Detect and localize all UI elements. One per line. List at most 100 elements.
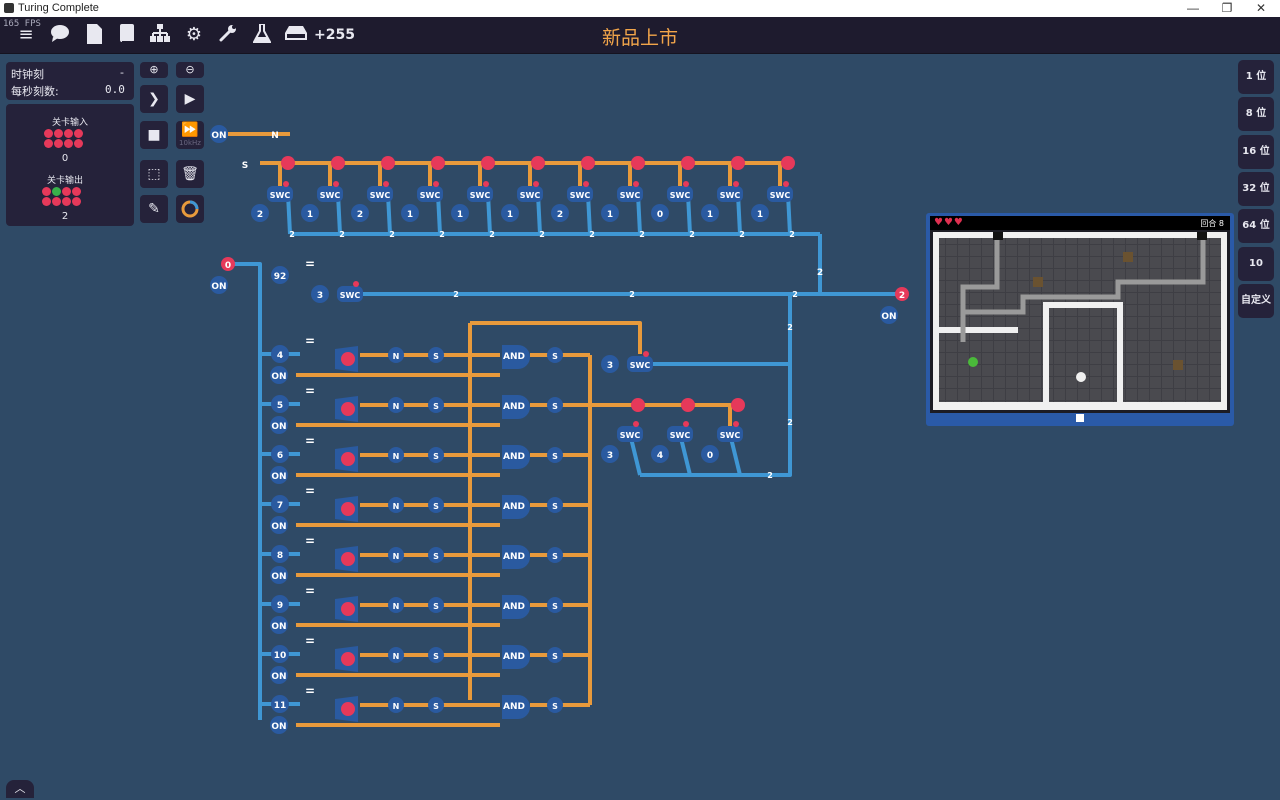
stage-pin	[431, 156, 445, 170]
switch-enable-pin	[383, 181, 389, 187]
equal-label: =	[305, 634, 315, 648]
switch-label: SWC	[620, 191, 641, 200]
equal-label: =	[305, 484, 315, 498]
constant-value: 0	[657, 210, 663, 220]
bus-label: 2	[767, 471, 773, 480]
stage-pin	[631, 156, 645, 170]
comparator-pin	[341, 502, 355, 516]
stage-pin	[281, 156, 295, 170]
s-label: S	[433, 402, 439, 411]
s-label: S	[242, 161, 248, 171]
and-label: AND	[503, 352, 525, 362]
input-bus	[230, 262, 262, 720]
cluster-pin	[731, 398, 745, 412]
comparator-pin	[341, 352, 355, 366]
comparator-pin	[341, 702, 355, 716]
s-label: S	[433, 452, 439, 461]
and-label: AND	[503, 702, 525, 712]
game-status-bar: ♥♥♥ 回合 8	[930, 216, 1230, 230]
comparator-pin	[341, 402, 355, 416]
on-label: ON	[271, 622, 286, 632]
switch-enable-pin	[733, 181, 739, 187]
switch-label: SWC	[720, 431, 741, 440]
bus-label: 2	[589, 230, 595, 239]
constant-value: 1	[607, 210, 613, 220]
constant-value: 2	[557, 210, 563, 220]
constant-value: 1	[507, 210, 513, 220]
output-wire	[818, 234, 900, 296]
switch-label: SWC	[670, 191, 691, 200]
switch-enable-pin	[633, 181, 639, 187]
constant-value: 1	[707, 210, 713, 220]
game-maze	[933, 232, 1227, 410]
not-label: N	[393, 552, 400, 561]
stage-pin	[531, 156, 545, 170]
bus-label: 2	[489, 230, 495, 239]
on-label: ON	[271, 672, 286, 682]
constant-value: 6	[277, 451, 283, 461]
stage-pin	[581, 156, 595, 170]
hearts-icon: ♥♥♥	[934, 217, 964, 228]
s-label: S	[552, 602, 558, 611]
on-label: ON	[211, 131, 226, 141]
on-label: ON	[271, 722, 286, 732]
and-label: AND	[503, 452, 525, 462]
maze-walls	[933, 232, 1227, 410]
equal-label: =	[305, 684, 315, 698]
turn-label: 回合	[1200, 219, 1217, 228]
switch-label: SWC	[770, 191, 791, 200]
switch-label: SWC	[620, 431, 641, 440]
comparator-pin	[341, 552, 355, 566]
bus-label: 2	[789, 230, 795, 239]
bus-label: 2	[787, 323, 793, 332]
bus-label: 2	[629, 290, 635, 299]
bus-label: 2	[792, 290, 798, 299]
constant-value: 1	[407, 210, 413, 220]
not-label: N	[393, 602, 400, 611]
equal-label: =	[305, 334, 315, 348]
equal-label: =	[305, 384, 315, 398]
switch-enable-pin	[283, 181, 289, 187]
equal-label: =	[305, 434, 315, 448]
comparator-pin	[341, 602, 355, 616]
switch-label: SWC	[270, 191, 291, 200]
comparator-pin	[341, 652, 355, 666]
constant-value: 2	[357, 210, 363, 220]
stage-pin	[331, 156, 345, 170]
switch-enable-pin	[683, 181, 689, 187]
bus-label: 2	[389, 230, 395, 239]
constant-value: 1	[457, 210, 463, 220]
equal-label: =	[305, 584, 315, 598]
not-label: N	[271, 131, 279, 141]
not-label: N	[393, 402, 400, 411]
comparator-pin	[341, 452, 355, 466]
switch-label: SWC	[340, 291, 361, 300]
expand-panel-button[interactable]: ︿	[6, 780, 34, 798]
wires	[228, 132, 900, 727]
s-label: S	[552, 452, 558, 461]
bus-label: 2	[639, 230, 645, 239]
s-label: S	[433, 602, 439, 611]
s-label: S	[552, 652, 558, 661]
stage-pin	[381, 156, 395, 170]
equal-label: =	[305, 534, 315, 548]
switch-label: SWC	[470, 191, 491, 200]
stage-pin	[681, 156, 695, 170]
bus-label: 2	[787, 418, 793, 427]
on-label: ON	[211, 282, 226, 292]
on-label: ON	[271, 572, 286, 582]
s-label: S	[433, 502, 439, 511]
output-value: 2	[899, 291, 905, 301]
components[interactable]: SWC 2 2 SWC 1 2 SWC 2 2 SWC 1 2 SWC 1 2 SWC 1 2 SWC 2 2 SWC 1 2…	[210, 125, 909, 734]
cluster-enable-wire	[590, 403, 732, 430]
constant-value: 9	[277, 601, 283, 611]
switch-enable-pin	[583, 181, 589, 187]
on-label: ON	[271, 472, 286, 482]
s-label: S	[552, 502, 558, 511]
game-preview: ♥♥♥ 回合 8	[926, 213, 1234, 426]
s-label: S	[433, 702, 439, 711]
bus-label: 2	[539, 230, 545, 239]
turn-value: 8	[1218, 219, 1224, 228]
constant-value: 92	[274, 272, 287, 282]
not-label: N	[393, 702, 400, 711]
